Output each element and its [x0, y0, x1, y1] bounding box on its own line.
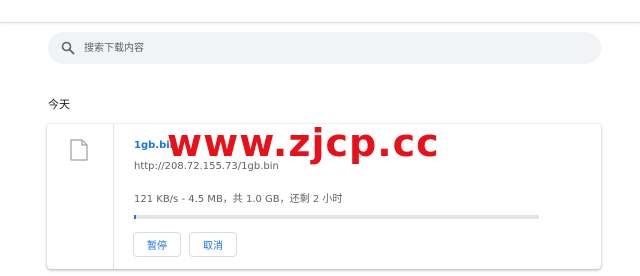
date-header: 今天: [48, 98, 70, 111]
search-input[interactable]: [84, 32, 584, 64]
watermark-text: www.zjcp.cc: [167, 121, 440, 165]
top-toolbar-strip: [0, 0, 640, 23]
pause-button[interactable]: 暂停: [133, 232, 181, 257]
search-bar[interactable]: [48, 32, 601, 64]
file-name-link[interactable]: 1gb.bin: [134, 140, 177, 151]
file-source-url: http://208.72.155.73/1gb.bin: [134, 161, 279, 172]
file-icon-column: [47, 124, 114, 269]
download-status: 121 KB/s - 4.5 MB，共 1.0 GB，还剩 2 小时: [134, 194, 343, 205]
progress-bar-fill: [134, 215, 136, 219]
file-icon: [70, 139, 88, 161]
download-item: 1gb.bin http://208.72.155.73/1gb.bin 121…: [47, 124, 601, 269]
progress-bar: [134, 215, 539, 219]
cancel-button[interactable]: 取消: [189, 232, 237, 257]
search-icon: [61, 41, 75, 55]
